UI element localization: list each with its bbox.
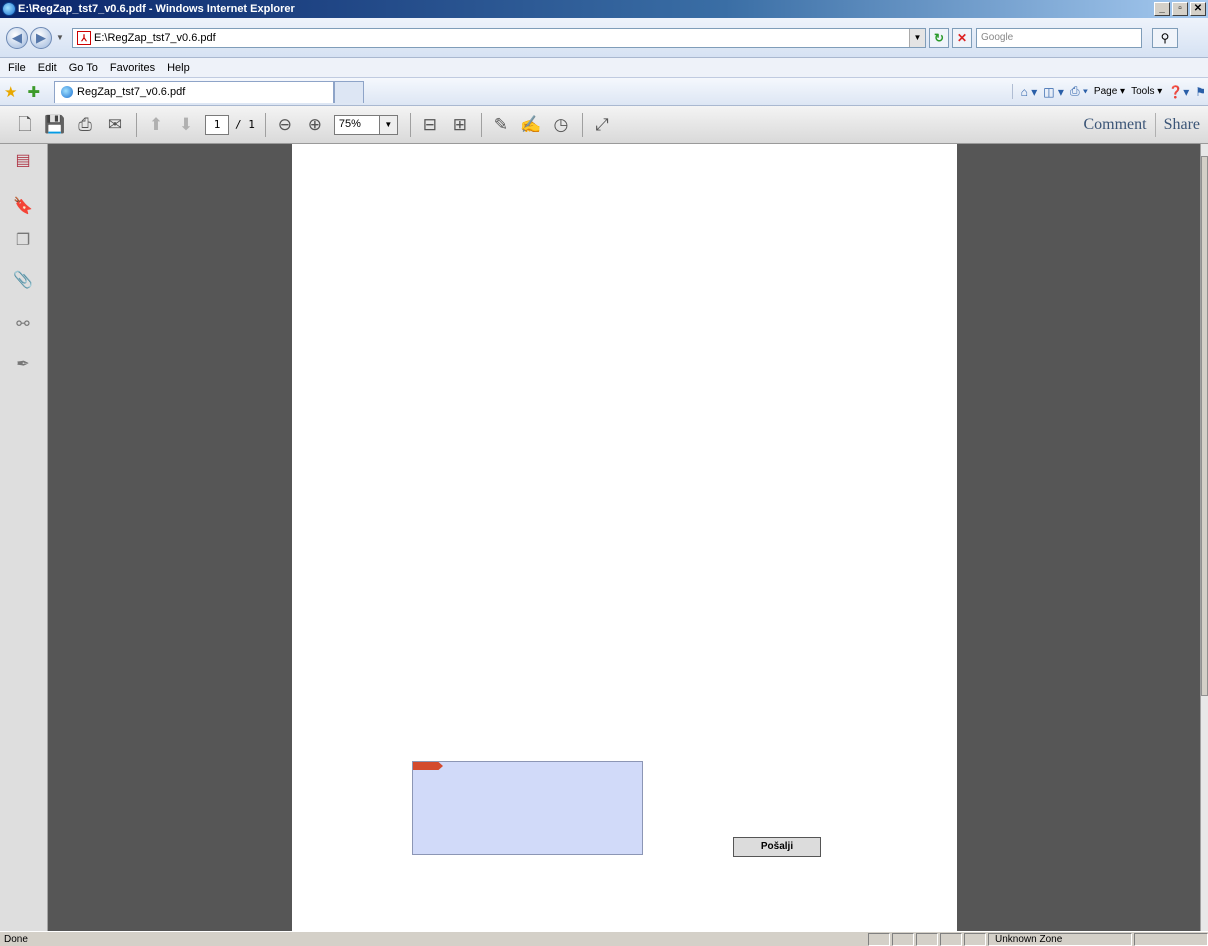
status-bar: Done Unknown Zone (0, 931, 1208, 946)
status-segment (964, 932, 986, 946)
menu-edit[interactable]: Edit (38, 62, 57, 74)
toolbar-separator (264, 112, 266, 137)
zoom-input[interactable]: 75% (333, 114, 380, 135)
toolbar-separator (480, 112, 482, 137)
email-icon[interactable]: ✉ (104, 114, 126, 136)
full-screen-icon[interactable]: ⤢ (591, 114, 613, 136)
window-title-bar: E:\RegZap_tst7_v0.6.pdf - Windows Intern… (0, 0, 1208, 18)
previous-page-icon[interactable]: ⬆ (145, 114, 167, 136)
bookmarks-icon[interactable]: 🔖 (12, 196, 34, 218)
acrobat-panels: Comment Share (1075, 112, 1208, 137)
pdf-page: Pošalji (292, 144, 957, 931)
send-button[interactable]: Pošalji (733, 837, 821, 857)
address-input[interactable]: E:\RegZap_tst7_v0.6.pdf (94, 32, 909, 44)
tools-menu[interactable]: Tools ▾ (1131, 86, 1162, 97)
sign-icon[interactable]: ✍ (520, 114, 542, 136)
tab-active[interactable]: RegZap_tst7_v0.6.pdf (54, 80, 335, 103)
forward-button[interactable]: ▶ (30, 26, 52, 49)
form-text-field[interactable] (412, 761, 643, 855)
menu-go-to[interactable]: Go To (69, 62, 98, 74)
zoom-control: 75% ▼ (333, 114, 398, 135)
status-text: Done (4, 933, 28, 945)
toolbar-separator (409, 112, 411, 137)
page-thumbnails-icon[interactable]: ▤ (12, 150, 34, 172)
address-dropdown-button[interactable]: ▼ (909, 28, 925, 47)
sticky-note-icon[interactable]: ✎ (490, 114, 512, 136)
menu-bar: File Edit Go To Favorites Help (0, 58, 1208, 78)
create-pdf-icon[interactable]: 🗋 (14, 114, 36, 136)
home-icon[interactable]: ⌂ ▾ (1021, 85, 1038, 99)
search-button[interactable]: ⚲ (1152, 27, 1178, 48)
security-zone[interactable]: Unknown Zone (988, 932, 1132, 946)
page-menu[interactable]: Page ▾ (1094, 86, 1125, 97)
print-doc-icon[interactable]: ⎙ (74, 114, 96, 136)
recent-pages-dropdown[interactable]: ▼ (54, 33, 66, 42)
new-tab-button[interactable] (334, 80, 365, 103)
status-segment (868, 932, 890, 946)
attachments-icon[interactable]: 📎 (12, 270, 34, 292)
next-page-icon[interactable]: ⬇ (175, 114, 197, 136)
refresh-button[interactable]: ↻ (929, 27, 949, 48)
tab-label: RegZap_tst7_v0.6.pdf (77, 86, 186, 98)
zoom-dropdown-button[interactable]: ▼ (379, 114, 398, 135)
document-area: Pošalji (48, 144, 1200, 931)
page-number-input[interactable]: 1 (205, 114, 229, 135)
vertical-scrollbar[interactable] (1200, 144, 1208, 931)
page-total: / 1 (235, 118, 255, 131)
pdf-file-icon: ⅄ (77, 30, 91, 45)
scrollbar-thumb[interactable] (1201, 156, 1208, 696)
search-input[interactable]: Google (976, 27, 1142, 48)
comment-button[interactable]: Comment (1075, 116, 1154, 134)
fit-width-icon[interactable]: ⊞ (449, 114, 471, 136)
toolbar-separator (581, 112, 583, 137)
menu-help[interactable]: Help (167, 62, 190, 74)
acrobat-toolbar: 🗋 💾 ⎙ ✉ ⬆ ⬇ 1 / 1 ⊖ ⊕ 75% ▼ ⊟ ⊞ ✎ ✍ ◷ ⤢ … (0, 106, 1208, 144)
layers-icon[interactable]: ❐ (12, 230, 34, 252)
zoom-in-icon[interactable]: ⊕ (304, 114, 326, 136)
field-flag-icon (413, 762, 443, 770)
window-title: E:\RegZap_tst7_v0.6.pdf - Windows Intern… (18, 3, 295, 15)
address-row: ◀ ▶ ▼ ⅄ E:\RegZap_tst7_v0.6.pdf ▼ ↻ ✕ Go… (0, 18, 1208, 58)
print-icon[interactable]: ⎙ ▾ (1070, 84, 1088, 99)
feeds-icon[interactable]: ◫ ▾ (1043, 85, 1064, 99)
favorites-star-icon[interactable]: ★ (4, 83, 17, 101)
find-icon[interactable]: ⚯ (12, 314, 34, 336)
command-bar: ⌂ ▾ ◫ ▾ ⎙ ▾ Page ▾ Tools ▾ ❓▾ ⚑ (1011, 84, 1208, 99)
minimize-button[interactable]: _ (1154, 2, 1170, 16)
ie-tab-icon (61, 86, 74, 98)
address-bar[interactable]: ⅄ E:\RegZap_tst7_v0.6.pdf ▼ (72, 27, 926, 48)
maximize-button[interactable]: ▫ (1172, 2, 1188, 16)
save-icon[interactable]: 💾 (44, 114, 66, 136)
ie-app-icon (2, 2, 16, 16)
tools-menu-label: Tools (1131, 86, 1155, 97)
zoom-level-segment[interactable] (1134, 932, 1208, 946)
tab-row: ★ ✚ RegZap_tst7_v0.6.pdf ⌂ ▾ ◫ ▾ ⎙ ▾ Pag… (0, 78, 1208, 106)
status-segment (940, 932, 962, 946)
research-icon[interactable]: ⚑ (1195, 85, 1206, 99)
share-button[interactable]: Share (1156, 116, 1208, 134)
back-button[interactable]: ◀ (6, 26, 28, 49)
add-favorite-icon[interactable]: ✚ (27, 83, 40, 101)
menu-file[interactable]: File (8, 62, 26, 74)
help-icon[interactable]: ❓▾ (1168, 85, 1189, 99)
close-button[interactable]: ✕ (1190, 2, 1206, 16)
status-segment (916, 932, 938, 946)
signatures-icon[interactable]: ✒ (12, 354, 34, 376)
toolbar-separator (136, 112, 137, 137)
status-segment (892, 932, 914, 946)
stamp-icon[interactable]: ◷ (550, 114, 572, 136)
zoom-out-icon[interactable]: ⊖ (274, 114, 296, 136)
fit-page-icon[interactable]: ⊟ (419, 114, 441, 136)
page-menu-label: Page (1093, 86, 1118, 97)
navigation-pane: ▤ 🔖 ❐ 📎 ⚯ ✒ (0, 144, 48, 931)
stop-button[interactable]: ✕ (952, 27, 972, 48)
menu-favorites[interactable]: Favorites (110, 62, 155, 74)
